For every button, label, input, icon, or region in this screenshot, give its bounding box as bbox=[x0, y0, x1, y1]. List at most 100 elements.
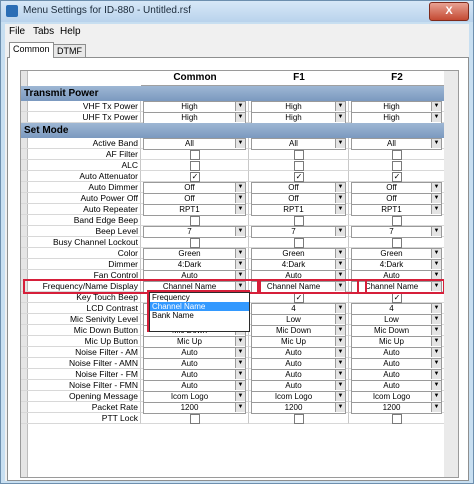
dropdown-arrow-icon[interactable]: ▼ bbox=[335, 304, 345, 313]
dropdown-arrow-icon[interactable]: ▼ bbox=[235, 249, 245, 258]
dropdown-arrow-icon[interactable]: ▼ bbox=[235, 113, 245, 122]
dropdown-arrow-icon[interactable]: ▼ bbox=[335, 271, 345, 280]
setting-checkbox[interactable] bbox=[190, 216, 200, 226]
setting-checkbox[interactable] bbox=[190, 238, 200, 248]
dropdown-arrow-icon[interactable]: ▼ bbox=[335, 260, 345, 269]
dropdown-arrow-icon[interactable]: ▼ bbox=[431, 102, 441, 111]
dropdown-arrow-icon[interactable]: ▼ bbox=[431, 337, 441, 346]
dropdown-arrow-icon[interactable]: ▼ bbox=[335, 227, 345, 236]
dropdown-arrow-icon[interactable]: ▼ bbox=[335, 205, 345, 214]
dropdown-arrow-icon[interactable]: ▼ bbox=[335, 102, 345, 111]
dropdown-option[interactable]: Frequency bbox=[150, 293, 249, 302]
dropdown-arrow-icon[interactable]: ▼ bbox=[235, 227, 245, 236]
dropdown-arrow-icon[interactable]: ▼ bbox=[431, 348, 441, 357]
dropdown-arrow-icon[interactable]: ▼ bbox=[431, 370, 441, 379]
dropdown-arrow-icon[interactable]: ▼ bbox=[431, 249, 441, 258]
dropdown-arrow-icon[interactable]: ▼ bbox=[431, 271, 441, 280]
dropdown-arrow-icon[interactable]: ▼ bbox=[335, 113, 345, 122]
dropdown-arrow-icon[interactable]: ▼ bbox=[431, 260, 441, 269]
dropdown-option[interactable]: Channel Name bbox=[150, 302, 249, 311]
setting-checkbox[interactable] bbox=[392, 238, 402, 248]
dropdown-arrow-icon[interactable]: ▼ bbox=[335, 403, 345, 412]
dropdown-arrow-icon[interactable]: ▼ bbox=[431, 359, 441, 368]
dropdown-arrow-icon[interactable]: ▼ bbox=[431, 392, 441, 401]
setting-checkbox[interactable] bbox=[392, 414, 402, 424]
dropdown-value: Green bbox=[380, 249, 403, 258]
dropdown-arrow-icon[interactable]: ▼ bbox=[235, 392, 245, 401]
setting-cell bbox=[141, 215, 249, 226]
tab-common[interactable]: Common bbox=[9, 42, 54, 58]
dropdown-arrow-icon[interactable]: ▼ bbox=[431, 205, 441, 214]
setting-cell: 1200 ▼ bbox=[141, 402, 249, 414]
dropdown-value: Auto bbox=[383, 348, 400, 357]
dropdown-arrow-icon[interactable]: ▼ bbox=[335, 326, 345, 335]
dropdown-arrow-icon[interactable]: ▼ bbox=[431, 183, 441, 192]
dropdown-arrow-icon[interactable]: ▼ bbox=[335, 194, 345, 203]
dropdown-arrow-icon[interactable]: ▼ bbox=[431, 282, 441, 291]
dropdown-arrow-icon[interactable]: ▼ bbox=[431, 315, 441, 324]
close-button[interactable]: X bbox=[429, 2, 469, 21]
dropdown-arrow-icon[interactable]: ▼ bbox=[431, 403, 441, 412]
setting-checkbox[interactable] bbox=[392, 150, 402, 160]
setting-checkbox[interactable] bbox=[294, 238, 304, 248]
dropdown-value: 4 bbox=[291, 304, 296, 313]
dropdown-arrow-icon[interactable]: ▼ bbox=[235, 102, 245, 111]
setting-cell: Off ▼ bbox=[349, 193, 445, 205]
dropdown-arrow-icon[interactable]: ▼ bbox=[235, 139, 245, 148]
setting-checkbox[interactable] bbox=[392, 216, 402, 226]
dropdown-arrow-icon[interactable]: ▼ bbox=[235, 183, 245, 192]
setting-checkbox[interactable] bbox=[294, 161, 304, 171]
dropdown-arrow-icon[interactable]: ▼ bbox=[235, 370, 245, 379]
dropdown-arrow-icon[interactable]: ▼ bbox=[335, 282, 345, 291]
dropdown-arrow-icon[interactable]: ▼ bbox=[431, 381, 441, 390]
dropdown-arrow-icon[interactable]: ▼ bbox=[335, 348, 345, 357]
dropdown-value: Icom Logo bbox=[274, 392, 313, 401]
dropdown-option[interactable]: Bank Name bbox=[150, 311, 249, 320]
setting-checkbox[interactable]: ✓ bbox=[294, 293, 304, 303]
setting-checkbox[interactable]: ✓ bbox=[294, 172, 304, 182]
dropdown-arrow-icon[interactable]: ▼ bbox=[431, 227, 441, 236]
setting-checkbox[interactable] bbox=[190, 150, 200, 160]
dropdown-arrow-icon[interactable]: ▼ bbox=[335, 249, 345, 258]
dropdown-arrow-icon[interactable]: ▼ bbox=[335, 392, 345, 401]
dropdown-arrow-icon[interactable]: ▼ bbox=[235, 381, 245, 390]
dropdown-arrow-icon[interactable]: ▼ bbox=[335, 315, 345, 324]
menu-tabs[interactable]: Tabs bbox=[33, 26, 54, 37]
dropdown-arrow-icon[interactable]: ▼ bbox=[431, 326, 441, 335]
dropdown-arrow-icon[interactable]: ▼ bbox=[431, 194, 441, 203]
dropdown-arrow-icon[interactable]: ▼ bbox=[335, 337, 345, 346]
dropdown-arrow-icon[interactable]: ▼ bbox=[235, 403, 245, 412]
setting-cell: All ▼ bbox=[249, 138, 349, 150]
setting-checkbox[interactable] bbox=[294, 414, 304, 424]
setting-checkbox[interactable] bbox=[190, 161, 200, 171]
tab-dtmf[interactable]: DTMF bbox=[53, 44, 86, 58]
dropdown-arrow-icon[interactable]: ▼ bbox=[235, 348, 245, 357]
table-row: Mic Up Button Mic Up ▼ Mic Up ▼ Mic Up ▼ bbox=[21, 336, 445, 348]
dropdown-arrow-icon[interactable]: ▼ bbox=[235, 282, 245, 291]
menu-help[interactable]: Help bbox=[60, 26, 81, 37]
dropdown-arrow-icon[interactable]: ▼ bbox=[335, 183, 345, 192]
dropdown-arrow-icon[interactable]: ▼ bbox=[335, 359, 345, 368]
dropdown-arrow-icon[interactable]: ▼ bbox=[431, 304, 441, 313]
setting-checkbox[interactable] bbox=[190, 414, 200, 424]
vertical-scrollbar[interactable] bbox=[444, 70, 459, 478]
table-row: Color Green ▼ Green ▼ Green ▼ bbox=[21, 248, 445, 260]
dropdown-arrow-icon[interactable]: ▼ bbox=[431, 113, 441, 122]
setting-checkbox[interactable]: ✓ bbox=[190, 172, 200, 182]
dropdown-arrow-icon[interactable]: ▼ bbox=[235, 194, 245, 203]
dropdown-arrow-icon[interactable]: ▼ bbox=[235, 337, 245, 346]
dropdown-arrow-icon[interactable]: ▼ bbox=[335, 381, 345, 390]
dropdown-arrow-icon[interactable]: ▼ bbox=[235, 205, 245, 214]
dropdown-arrow-icon[interactable]: ▼ bbox=[235, 271, 245, 280]
dropdown-arrow-icon[interactable]: ▼ bbox=[431, 139, 441, 148]
setting-checkbox[interactable]: ✓ bbox=[392, 172, 402, 182]
dropdown-arrow-icon[interactable]: ▼ bbox=[335, 370, 345, 379]
dropdown-arrow-icon[interactable]: ▼ bbox=[235, 359, 245, 368]
dropdown-arrow-icon[interactable]: ▼ bbox=[335, 139, 345, 148]
setting-checkbox[interactable] bbox=[294, 150, 304, 160]
setting-checkbox[interactable]: ✓ bbox=[392, 293, 402, 303]
dropdown-arrow-icon[interactable]: ▼ bbox=[235, 260, 245, 269]
menu-file[interactable]: File bbox=[9, 26, 25, 37]
setting-checkbox[interactable] bbox=[392, 161, 402, 171]
setting-checkbox[interactable] bbox=[294, 216, 304, 226]
